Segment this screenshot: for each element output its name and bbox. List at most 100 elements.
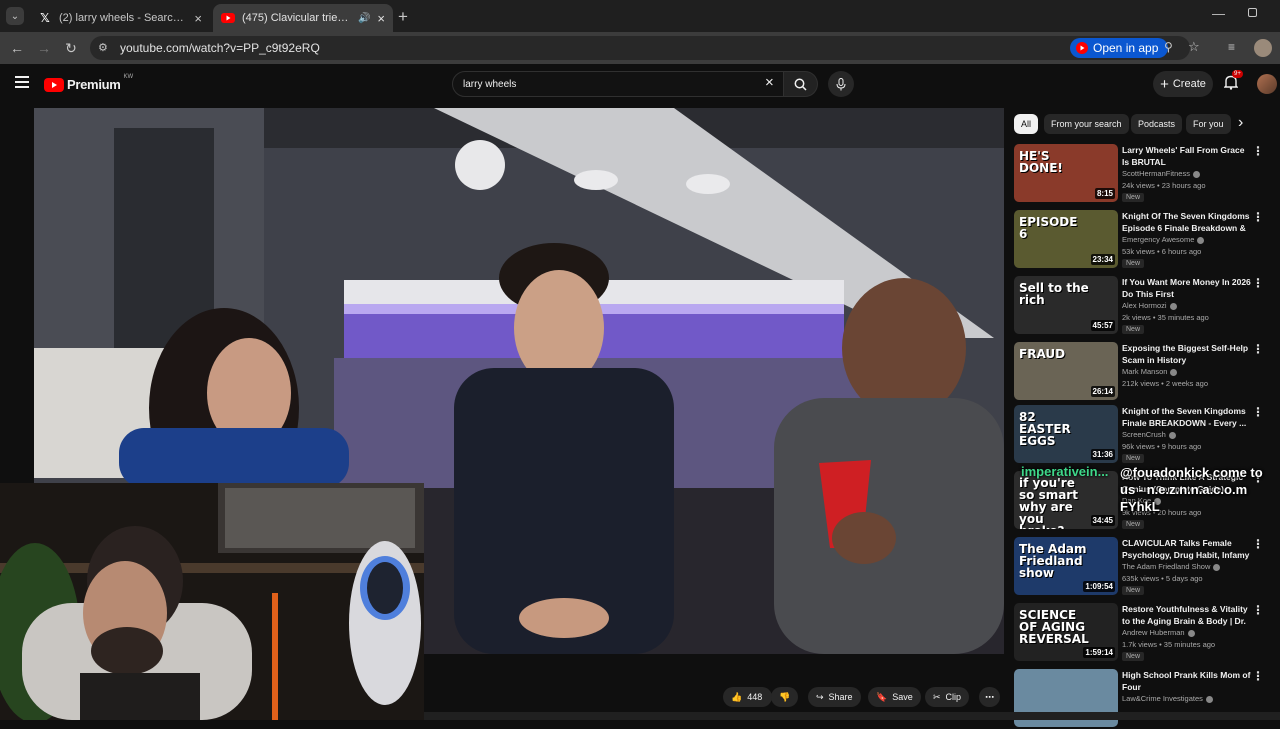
new-badge: New xyxy=(1122,454,1145,463)
forward-button[interactable]: → xyxy=(35,39,53,57)
more-vert-icon[interactable]: ⋮ xyxy=(1252,210,1264,224)
webcam-frame xyxy=(0,483,424,720)
account-avatar[interactable] xyxy=(1257,74,1277,94)
channel-name[interactable]: ScottHermanFitness xyxy=(1122,169,1200,178)
recommendation-card[interactable]: FRAUD 26:14 Exposing the Biggest Self-Help… xyxy=(1014,342,1272,402)
more-vert-icon[interactable]: ⋮ xyxy=(1252,276,1264,290)
address-bar[interactable]: ⚙ youtube.com/watch?v=PP_c9t92eRQ Open i… xyxy=(90,36,1200,60)
like-button[interactable]: 👍 448 xyxy=(723,687,773,707)
video-title[interactable]: CLAVICULAR Talks Female Psychology, Drug… xyxy=(1122,537,1252,561)
video-thumbnail[interactable]: EPISODE 6 23:34 xyxy=(1014,210,1118,268)
recommendation-card[interactable]: The Adam Friedland show 1:09:54 CLAVICULAR… xyxy=(1014,537,1272,597)
tab-x-search[interactable]: 𝕏 (2) larry wheels - Search / X × xyxy=(30,4,210,32)
recommendation-card[interactable]: High School Prank Kills Mom of Four Law&C… xyxy=(1014,669,1272,729)
maximize-button[interactable] xyxy=(1248,8,1257,17)
channel-name-text: ScreenCrush xyxy=(1122,430,1166,439)
voice-search-button[interactable] xyxy=(828,71,854,97)
chat-message: @fouadonkick come to us - n.e.z.n.n.a.c.… xyxy=(1120,465,1263,514)
share-button[interactable]: ↪ Share xyxy=(808,687,861,707)
more-vert-icon[interactable]: ⋮ xyxy=(1252,405,1264,419)
url-text[interactable]: youtube.com/watch?v=PP_c9t92eRQ xyxy=(120,41,320,55)
search-box[interactable]: × xyxy=(452,71,784,97)
scissors-icon: ✂ xyxy=(933,691,941,702)
media-controls-icon[interactable]: ≡ xyxy=(1228,40,1235,54)
more-horizontal-icon: ⋯ xyxy=(985,691,994,702)
hamburger-menu-icon[interactable] xyxy=(15,76,29,88)
search-input[interactable] xyxy=(463,76,753,92)
taskbar xyxy=(424,712,1280,720)
video-thumbnail[interactable]: FRAUD 26:14 xyxy=(1014,342,1118,400)
video-title[interactable]: If You Want More Money In 2026 Do This F… xyxy=(1122,276,1252,300)
tab-search-button[interactable]: ⌄ xyxy=(6,7,24,25)
video-meta: 53k views • 6 hours ago xyxy=(1122,247,1202,256)
video-duration: 1:09:54 xyxy=(1083,581,1115,592)
youtube-logo-icon xyxy=(44,77,64,92)
video-duration: 23:34 xyxy=(1090,254,1115,265)
video-thumbnail[interactable]: Sell to the rich 45:57 xyxy=(1014,276,1118,334)
youtube-premium-logo[interactable]: Premium KW xyxy=(44,74,133,92)
clear-search-icon[interactable]: × xyxy=(765,74,774,91)
profile-avatar[interactable] xyxy=(1254,39,1272,57)
video-thumbnail[interactable]: HE'S DONE! 8:15 xyxy=(1014,144,1118,202)
tab-close-icon[interactable]: × xyxy=(377,11,385,26)
recommendation-card[interactable]: Sell to the rich 45:57 If You Want More Mo… xyxy=(1014,276,1272,336)
site-info-icon[interactable]: ⚙ xyxy=(98,41,108,54)
chip-all[interactable]: All xyxy=(1014,114,1039,134)
video-thumbnail[interactable]: The Adam Friedland show 1:09:54 xyxy=(1014,537,1118,595)
open-in-app-button[interactable]: Open in app xyxy=(1070,38,1169,58)
more-vert-icon[interactable]: ⋮ xyxy=(1252,669,1264,683)
channel-name[interactable]: Alex Hormozi xyxy=(1122,301,1177,310)
clip-button[interactable]: ✂ Clip xyxy=(925,687,970,707)
channel-name-text: Emergency Awesome xyxy=(1122,235,1195,244)
video-title[interactable]: Exposing the Biggest Self-Help Scam in H… xyxy=(1122,342,1252,366)
recommendation-card[interactable]: 82 EASTER EGGS 31:36 Knight of the Seven K… xyxy=(1014,405,1272,465)
video-thumbnail[interactable]: if you're so smart why are you broke? 34:… xyxy=(1014,471,1118,529)
more-vert-icon[interactable]: ⋮ xyxy=(1252,144,1264,158)
speaker-icon[interactable]: 🔊 xyxy=(358,13,370,24)
search-button[interactable] xyxy=(784,71,818,97)
reload-button[interactable]: ↻ xyxy=(62,39,80,57)
chat-username: imperativein... xyxy=(1021,464,1109,479)
video-meta: 24k views • 23 hours ago xyxy=(1122,181,1206,190)
video-duration: 8:15 xyxy=(1094,188,1115,199)
chips-next-arrow-icon[interactable]: › xyxy=(1238,114,1243,132)
chip-for-you[interactable]: For you xyxy=(1186,114,1231,134)
channel-name[interactable]: Mark Manson xyxy=(1122,367,1178,376)
video-title[interactable]: Knight Of The Seven Kingdoms Episode 6 F… xyxy=(1122,210,1252,234)
video-thumbnail[interactable]: 82 EASTER EGGS 31:36 xyxy=(1014,405,1118,463)
more-vert-icon[interactable]: ⋮ xyxy=(1252,537,1264,551)
tab-youtube-video[interactable]: (475) Clavicular tries to RED 🔊 × xyxy=(213,4,393,32)
channel-name[interactable]: Law&Crime Investigates xyxy=(1122,694,1213,703)
bookmark-star-icon[interactable]: ☆ xyxy=(1188,39,1200,55)
minimize-button[interactable]: — xyxy=(1212,6,1225,21)
create-button[interactable]: + Create xyxy=(1153,71,1213,97)
video-title[interactable]: Larry Wheels' Fall From Grace Is BRUTAL xyxy=(1122,144,1252,168)
channel-name-text: Law&Crime Investigates xyxy=(1122,694,1203,703)
channel-name[interactable]: ScreenCrush xyxy=(1122,430,1176,439)
notification-count-badge: 9+ xyxy=(1232,70,1243,78)
recommendation-card[interactable]: HE'S DONE! 8:15 Larry Wheels' Fall From Gr… xyxy=(1014,144,1272,204)
recommendation-card[interactable]: SCIENCE OF AGING REVERSAL 1:59:14 Restore … xyxy=(1014,603,1272,663)
more-vert-icon[interactable]: ⋮ xyxy=(1252,603,1264,617)
video-thumbnail[interactable]: SCIENCE OF AGING REVERSAL 1:59:14 xyxy=(1014,603,1118,661)
verified-badge-icon xyxy=(1197,236,1205,244)
zoom-icon[interactable]: ⚲ xyxy=(1164,40,1173,54)
more-vert-icon[interactable]: ⋮ xyxy=(1252,342,1264,356)
tab-close-icon[interactable]: × xyxy=(194,11,202,26)
more-actions-button[interactable]: ⋯ xyxy=(979,687,1000,707)
channel-name[interactable]: Andrew Huberman xyxy=(1122,628,1195,637)
recommendation-card[interactable]: EPISODE 6 23:34 Knight Of The Seven Kingdo… xyxy=(1014,210,1272,270)
chip-from-your-search[interactable]: From your search xyxy=(1044,114,1129,134)
chip-podcasts[interactable]: Podcasts xyxy=(1131,114,1183,134)
channel-name[interactable]: Emergency Awesome xyxy=(1122,235,1205,244)
new-tab-button[interactable]: + xyxy=(398,7,408,27)
bookmark-icon: 🔖 xyxy=(876,691,888,702)
video-title[interactable]: Knight of the Seven Kingdoms Finale BREA… xyxy=(1122,405,1252,429)
notifications-button[interactable]: 9+ xyxy=(1223,70,1243,95)
back-button[interactable]: ← xyxy=(8,39,26,57)
video-title[interactable]: High School Prank Kills Mom of Four xyxy=(1122,669,1252,693)
channel-name[interactable]: The Adam Friedland Show xyxy=(1122,562,1221,571)
save-button[interactable]: 🔖 Save xyxy=(868,687,921,707)
video-title[interactable]: Restore Youthfulness & Vitality to the A… xyxy=(1122,603,1252,627)
dislike-button[interactable]: 👎 xyxy=(771,687,799,707)
